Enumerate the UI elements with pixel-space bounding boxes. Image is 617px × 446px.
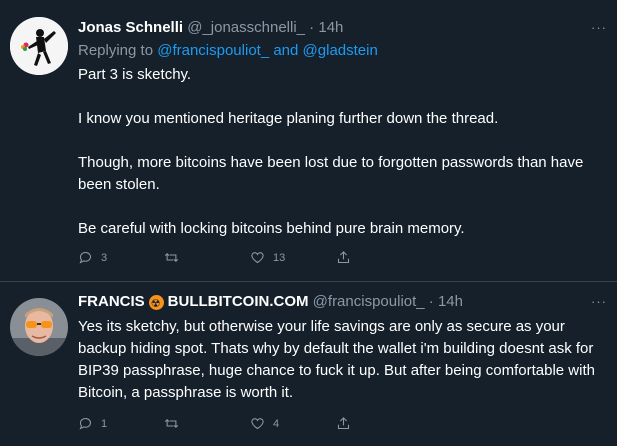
more-icon[interactable]: ··· <box>591 18 607 38</box>
tweet-paragraph: Yes its sketchy, but otherwise your life… <box>78 318 595 401</box>
mention-and[interactable]: and <box>273 42 298 59</box>
tweet-header: Jonas Schnelli @_jonasschnelli_ · 14h ··… <box>78 18 607 38</box>
mention-gladstein[interactable]: @gladstein <box>303 42 378 59</box>
like-button[interactable]: 4 <box>250 416 336 431</box>
avatar-jonas[interactable] <box>10 17 68 75</box>
replying-to-label: Replying to <box>78 42 154 59</box>
tweet-paragraph: Though, more bitcoins have been lost due… <box>78 154 584 193</box>
author-handle[interactable]: @_jonasschnelli_ <box>187 18 305 38</box>
banksy-flower-thrower-icon <box>10 17 68 75</box>
retweet-button[interactable] <box>164 416 250 431</box>
retweet-icon <box>164 252 179 263</box>
tweet-body: FRANCIS BULLBITCOIN.COM @francispouliot_… <box>78 292 607 431</box>
tweet-actions: 3 13 <box>78 250 607 265</box>
radioactive-badge-icon <box>148 294 164 314</box>
profile-photo-icon <box>10 298 68 356</box>
reply-button[interactable]: 1 <box>78 416 164 431</box>
mention-francispouliot[interactable]: @francispouliot_ <box>157 42 269 59</box>
separator-dot: · <box>305 19 319 36</box>
like-icon <box>251 252 264 264</box>
avatar-francis[interactable] <box>10 298 68 356</box>
like-icon <box>251 418 264 430</box>
retweet-button[interactable] <box>164 250 250 265</box>
retweet-icon <box>164 418 179 429</box>
author-name-part2[interactable]: BULLBITCOIN.COM <box>168 292 309 312</box>
separator-dot: · <box>424 293 438 310</box>
tweet-paragraph: Part 3 is sketchy. <box>78 66 192 83</box>
tweet-body: Jonas Schnelli @_jonasschnelli_ · 14h ··… <box>78 18 607 265</box>
tweet-paragraph: I know you mentioned heritage planing fu… <box>78 110 499 127</box>
author-name[interactable]: Jonas Schnelli <box>78 18 183 38</box>
like-button[interactable]: 13 <box>250 250 336 265</box>
reply-count: 1 <box>101 417 108 430</box>
tweet-jonas[interactable]: Jonas Schnelli @_jonasschnelli_ · 14h ··… <box>0 0 617 282</box>
tweet-header: FRANCIS BULLBITCOIN.COM @francispouliot_… <box>78 292 607 314</box>
tweet-francis[interactable]: FRANCIS BULLBITCOIN.COM @francispouliot_… <box>0 282 617 446</box>
share-icon <box>337 251 350 264</box>
share-icon <box>337 417 350 430</box>
tweet-time[interactable]: 14h <box>438 292 463 312</box>
tweet-time[interactable]: 14h <box>318 18 343 38</box>
tweet-paragraph: Be careful with locking bitcoins behind … <box>78 220 465 237</box>
share-button[interactable] <box>336 250 422 265</box>
reply-count: 3 <box>101 251 108 264</box>
tweet-text: Yes its sketchy, but otherwise your life… <box>78 316 607 404</box>
like-count: 13 <box>273 251 286 264</box>
replying-to: Replying to @francispouliot_ and @gladst… <box>78 41 607 61</box>
author-name-part1[interactable]: FRANCIS <box>78 292 145 312</box>
like-count: 4 <box>273 417 280 430</box>
reply-icon <box>79 252 91 264</box>
reply-icon <box>79 418 91 430</box>
more-icon[interactable]: ··· <box>591 292 607 312</box>
reply-button[interactable]: 3 <box>78 250 164 265</box>
tweet-text: Part 3 is sketchy. I know you mentioned … <box>78 64 607 240</box>
tweet-actions: 1 4 <box>78 416 607 431</box>
share-button[interactable] <box>336 416 422 431</box>
author-handle[interactable]: @francispouliot_ <box>313 292 425 312</box>
